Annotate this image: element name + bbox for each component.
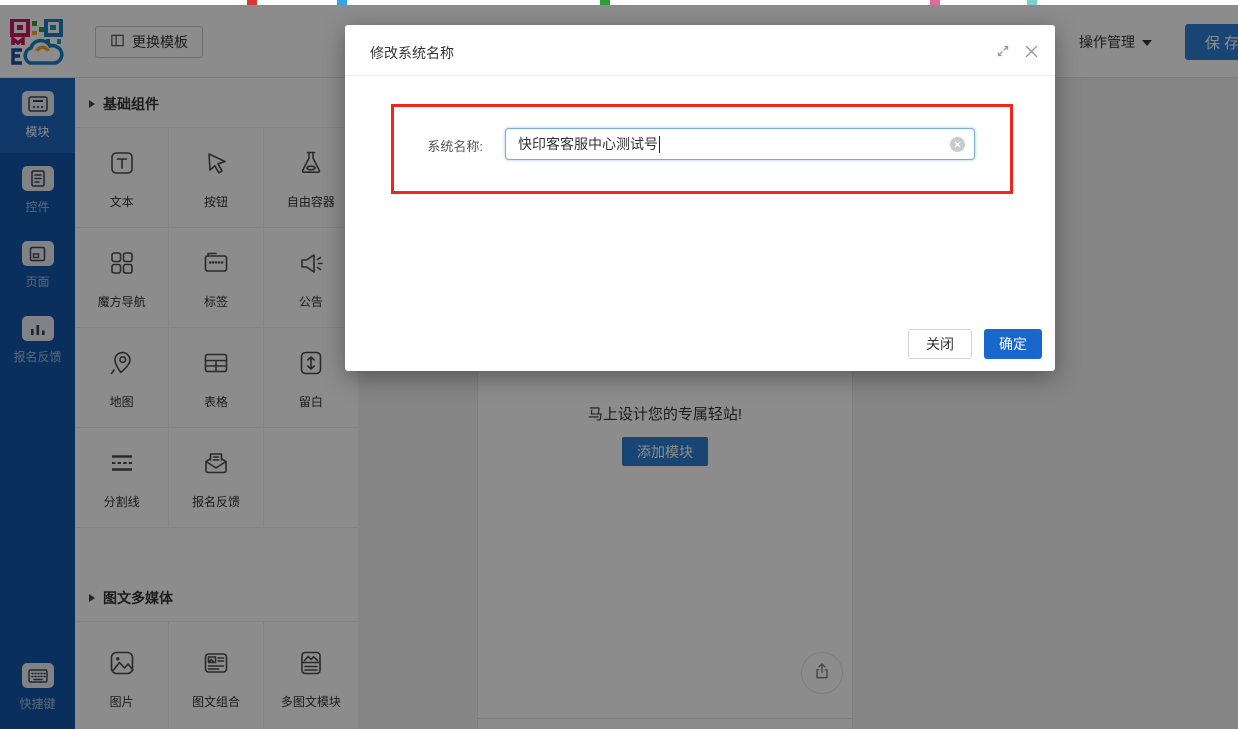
favicon-fragment [600, 0, 610, 5]
dialog-title: 修改系统名称 [370, 43, 454, 63]
dialog-footer: 关闭 确定 [908, 329, 1042, 359]
rename-system-dialog: 修改系统名称 系统名称: 快印客客服中心测试号 关闭 确定 [345, 25, 1055, 371]
favicon-fragment [1027, 0, 1037, 5]
system-name-form-row: 系统名称: 快印客客服中心测试号 [345, 128, 1055, 160]
dialog-header: 修改系统名称 [345, 25, 1055, 76]
system-name-label: 系统名称: [403, 136, 483, 155]
close-button[interactable]: 关闭 [908, 329, 972, 359]
clear-icon[interactable] [950, 137, 965, 152]
favicon-fragment [247, 0, 257, 5]
browser-bookmarks-strip [0, 0, 1238, 5]
close-icon[interactable] [1023, 43, 1039, 59]
confirm-button[interactable]: 确定 [984, 329, 1042, 359]
maximize-icon[interactable] [995, 43, 1011, 59]
text-caret [659, 136, 660, 153]
favicon-fragment [930, 0, 940, 5]
favicon-fragment [337, 0, 347, 5]
system-name-input[interactable]: 快印客客服中心测试号 [505, 128, 975, 160]
system-name-value: 快印客客服中心测试号 [518, 134, 658, 154]
editor-window: 更换模板 操作管理 保存 模块控件页面报名反馈快捷键 基础组件文本按钮自由容器魔… [0, 0, 1238, 729]
